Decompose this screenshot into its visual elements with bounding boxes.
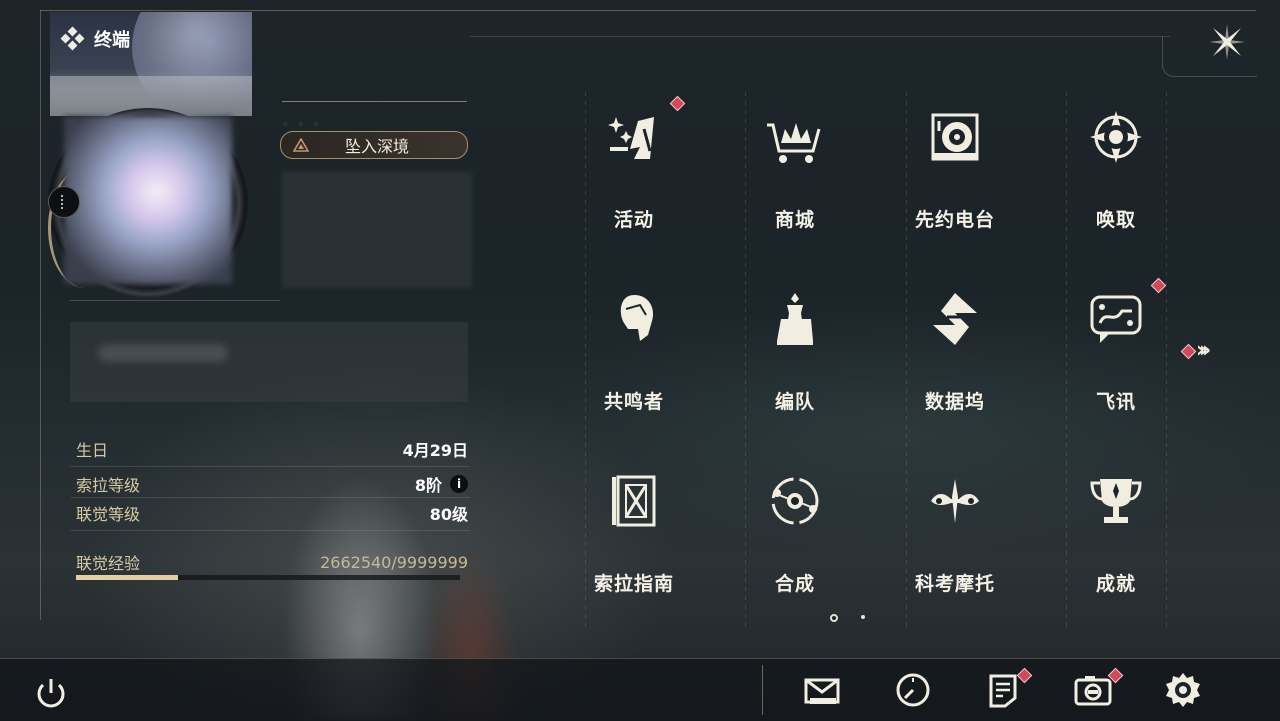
menu-label: 先约电台 xyxy=(914,209,995,231)
menu-item-achievements[interactable]: 成就 xyxy=(1056,459,1176,609)
menu-item-messages[interactable]: 飞讯 xyxy=(1056,277,1176,427)
settings-button[interactable] xyxy=(1163,670,1203,710)
divider xyxy=(70,497,470,498)
depth-button-label: 坠入深境 xyxy=(344,137,409,156)
info-label: 联觉经验 xyxy=(76,554,141,573)
menu-item-radio[interactable]: 先约电台 xyxy=(895,95,1015,245)
data-dock-icon xyxy=(925,289,985,349)
depth-button[interactable]: 坠入深境 xyxy=(280,131,468,159)
menu-label: 共鸣者 xyxy=(603,391,664,413)
menu-item-convene[interactable]: 唤取 xyxy=(1056,95,1176,245)
menu-item-team[interactable]: 编队 xyxy=(735,277,855,427)
triangle-emblem-icon xyxy=(289,133,313,157)
menu-label: 合成 xyxy=(774,573,815,595)
info-union-level: 联觉等级 80级 xyxy=(76,501,468,525)
history-button[interactable] xyxy=(893,670,933,710)
page-indicator-current[interactable] xyxy=(830,614,838,622)
menu-label: 科考摩托 xyxy=(914,573,995,595)
camera-icon xyxy=(1074,676,1112,706)
menu-label: 索拉指南 xyxy=(593,573,674,595)
frame-line-top xyxy=(40,10,1256,11)
info-value: 4月29日 xyxy=(402,441,468,460)
radio-record-icon xyxy=(925,107,985,167)
avatar[interactable] xyxy=(64,116,232,284)
activity-sparkle-icon xyxy=(604,107,664,167)
mail-icon xyxy=(804,678,840,704)
menu-label: 编队 xyxy=(774,391,815,413)
camera-button[interactable] xyxy=(1073,670,1113,710)
info-icon[interactable]: i xyxy=(450,475,468,493)
frame-line-inner xyxy=(470,36,1170,37)
menu-label: 唤取 xyxy=(1095,209,1136,231)
menu-item-resonators[interactable]: 共鸣者 xyxy=(574,277,694,427)
settings-gear-icon xyxy=(1166,673,1200,707)
exp-progress-fill xyxy=(76,575,179,580)
diamond-cluster-icon xyxy=(60,26,85,51)
divider xyxy=(282,101,467,102)
trophy-icon xyxy=(1086,471,1146,531)
avatar-switch-button[interactable] xyxy=(48,186,80,218)
mail-button[interactable] xyxy=(802,670,842,710)
info-value: 80级 xyxy=(429,505,468,524)
info-label: 索拉等级 xyxy=(76,476,141,495)
clock-icon xyxy=(896,673,930,707)
info-value: 8阶 xyxy=(414,476,442,495)
exp-value: 2662540/9999999 xyxy=(320,552,468,572)
info-sola-level: 索拉等级 8阶 i xyxy=(76,472,468,496)
menu-item-motorcycle[interactable]: 科考摩托 xyxy=(895,459,1015,609)
menu-item-data-dock[interactable]: 数据坞 xyxy=(895,277,1015,427)
chat-message-icon xyxy=(1086,289,1146,349)
menu-item-guide[interactable]: 索拉指南 xyxy=(574,459,694,609)
divider xyxy=(70,300,280,301)
info-birthday: 生日 4月29日 xyxy=(76,437,468,461)
resonator-head-icon xyxy=(604,289,664,349)
motorcycle-icon xyxy=(925,471,985,531)
menu-item-shop[interactable]: 商城 xyxy=(735,95,855,245)
info-label: 联觉等级 xyxy=(76,505,141,524)
menu-item-activity[interactable]: 活动 xyxy=(574,95,694,245)
power-button[interactable] xyxy=(31,673,71,713)
synthesis-orbit-icon xyxy=(765,471,825,531)
obscured-profile-name xyxy=(282,172,472,288)
exp-progress-bar xyxy=(76,575,460,580)
menu-label: 活动 xyxy=(613,209,654,231)
menu-label: 商城 xyxy=(774,209,815,231)
menu-label: 数据坞 xyxy=(924,391,985,413)
divider xyxy=(70,466,470,467)
menu-label: 成就 xyxy=(1095,573,1136,595)
page-title: 终端 xyxy=(60,26,130,52)
power-icon xyxy=(37,679,65,708)
info-union-exp: 联觉经验 2662540/9999999 xyxy=(76,550,468,574)
divider xyxy=(70,530,470,531)
compass-star-icon xyxy=(1086,107,1146,167)
chess-team-icon xyxy=(765,289,825,349)
menu-item-synthesis[interactable]: 合成 xyxy=(735,459,855,609)
info-label: 生日 xyxy=(76,441,109,460)
page-indicator[interactable] xyxy=(861,615,865,619)
menu-label: 飞讯 xyxy=(1095,391,1136,413)
close-button[interactable] xyxy=(1207,22,1247,62)
next-page-arrow-icon[interactable]: ››› xyxy=(1196,338,1211,363)
decorative-dots: ⁘ ⁘ ⁘ xyxy=(282,120,323,129)
close-x-icon xyxy=(1209,24,1245,60)
guide-book-icon xyxy=(604,471,664,531)
obscured-signature xyxy=(70,322,468,402)
frame-line-left xyxy=(40,10,41,620)
shop-cart-icon xyxy=(765,107,825,167)
bottom-separator xyxy=(762,665,763,715)
page-title-text: 终端 xyxy=(94,30,130,51)
